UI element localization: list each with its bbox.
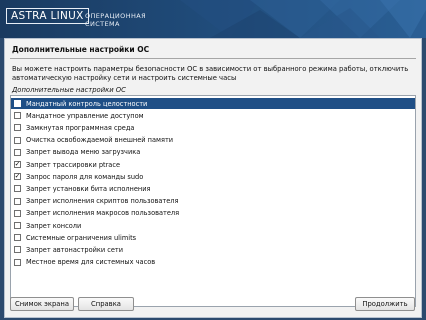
installer-window: Дополнительные настройки ОС Вы можете на… xyxy=(4,38,422,318)
option-row[interactable]: Очистка освобождаемой внешней памяти xyxy=(11,135,415,146)
page-description: Вы можете настроить параметры безопаснос… xyxy=(12,65,412,83)
checkbox-checked[interactable]: ✓ xyxy=(14,173,21,181)
checkbox[interactable] xyxy=(14,222,21,229)
option-label: Запрет вывода меню загрузчика xyxy=(26,148,141,157)
option-row[interactable]: Запрет консоли xyxy=(11,220,415,231)
help-button[interactable]: Справка xyxy=(78,297,134,311)
checkbox[interactable] xyxy=(14,136,21,144)
brand-logo: ASTRA LINUX xyxy=(6,8,89,24)
option-label: Системные ограничения ulimits xyxy=(26,233,137,242)
checkbox[interactable] xyxy=(14,100,21,107)
option-label: Мандатный контроль целостности xyxy=(26,99,148,108)
checkbox[interactable] xyxy=(14,124,21,132)
option-label: Запрет исполнения скриптов пользователя xyxy=(26,197,179,206)
option-label: Мандатное управление доступом xyxy=(26,111,144,120)
continue-button[interactable]: Продолжить xyxy=(355,297,415,311)
option-row[interactable]: Замкнутая программная среда xyxy=(11,122,415,133)
option-row[interactable]: Запрет вывода меню загрузчика xyxy=(11,147,415,158)
header-banner: ASTRA LINUX ОПЕРАЦИОННАЯ СИСТЕМА xyxy=(0,0,426,38)
option-label: Запрет установки бита исполнения xyxy=(26,184,151,193)
brand-subtitle: ОПЕРАЦИОННАЯ СИСТЕМА xyxy=(85,12,146,28)
option-label: Запрет исполнения макросов пользователя xyxy=(26,209,180,218)
option-label: Запрет консоли xyxy=(26,221,82,230)
checkbox[interactable] xyxy=(14,148,21,156)
checkbox[interactable] xyxy=(14,258,21,266)
brand-subtitle-line1: ОПЕРАЦИОННАЯ xyxy=(85,12,147,20)
option-row[interactable]: Запрет исполнения скриптов пользователя xyxy=(11,196,415,207)
option-label: Запрет трассировки ptrace xyxy=(26,160,121,169)
option-label: Запрет автонастройки сети xyxy=(26,245,124,254)
option-label: Запрос пароля для команды sudo xyxy=(26,172,144,181)
option-label: Местное время для системных часов xyxy=(26,258,156,267)
option-row[interactable]: Местное время для системных часов xyxy=(11,257,415,268)
brand-subtitle-line2: СИСТЕМА xyxy=(85,20,120,28)
checkbox[interactable] xyxy=(14,112,21,120)
checkbox[interactable] xyxy=(14,234,21,242)
description-line1: Вы можете настроить параметры безопаснос… xyxy=(12,65,409,73)
page-title: Дополнительные настройки ОС xyxy=(12,45,150,54)
checkbox[interactable] xyxy=(14,185,21,193)
option-row[interactable]: Системные ограничения ulimits xyxy=(11,232,415,243)
description-line2: автоматическую настройку сети и настроит… xyxy=(12,73,237,82)
options-list[interactable]: Мандатный контроль целостности Мандатное … xyxy=(10,95,416,307)
option-row[interactable]: Запрет автонастройки сети xyxy=(11,244,415,255)
option-row[interactable]: Мандатный контроль целостности xyxy=(11,98,415,109)
option-row[interactable]: Запрет исполнения макросов пользователя xyxy=(11,208,415,219)
option-label: Замкнутая программная среда xyxy=(26,123,135,132)
option-row[interactable]: ✓ Запрос пароля для команды sudo xyxy=(11,171,415,182)
option-row[interactable]: Запрет установки бита исполнения xyxy=(11,183,415,194)
option-row[interactable]: Мандатное управление доступом xyxy=(11,110,415,121)
options-group-label: Дополнительные настройки ОС xyxy=(12,86,126,94)
checkbox[interactable] xyxy=(14,197,21,205)
title-divider xyxy=(10,58,416,59)
checkbox-checked[interactable]: ✓ xyxy=(14,161,21,168)
option-label: Очистка освобождаемой внешней памяти xyxy=(26,136,174,145)
screenshot-button[interactable]: Снимок экрана xyxy=(10,297,74,311)
checkbox[interactable] xyxy=(14,209,21,217)
checkbox[interactable] xyxy=(14,246,21,254)
option-row[interactable]: ✓ Запрет трассировки ptrace xyxy=(11,159,415,170)
